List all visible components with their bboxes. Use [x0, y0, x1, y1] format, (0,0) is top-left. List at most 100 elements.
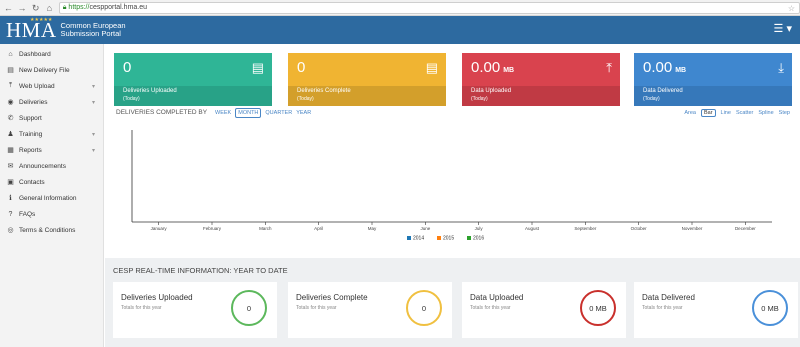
chart-type-bar[interactable]: Bar: [700, 109, 716, 117]
realtime-card-data-delivered: Data Delivered Totals for this year 0 MB: [634, 282, 798, 338]
sidebar-item-deliveries[interactable]: ◉ Deliveries ▾: [0, 94, 103, 110]
sidebar-item-training[interactable]: ♟ Training ▾: [0, 126, 103, 142]
sidebar-item-faqs[interactable]: ? FAQs: [0, 206, 103, 222]
progress-ring: 0: [406, 290, 442, 326]
legend-swatch: [437, 236, 441, 240]
tile-sublabel: (Today): [297, 96, 314, 102]
summary-tile-data-delivered[interactable]: 0.00 MB ⤓ Data Delivered (Today): [634, 53, 792, 106]
sidebar-item-label: New Delivery File: [19, 66, 70, 74]
sidebar-item-label: Terms & Conditions: [19, 226, 76, 234]
url-scheme: https://: [68, 4, 90, 11]
card-sublabel: Totals for this year: [642, 305, 683, 311]
sidebar-item-announcements[interactable]: ✉ Announcements: [0, 158, 103, 174]
summary-tile-deliveries-complete[interactable]: 0 ▤ Deliveries Complete (Today): [288, 53, 446, 106]
tile-label: Deliveries Uploaded: [123, 88, 177, 94]
sidebar-item-label: Reports: [19, 146, 42, 154]
legend-swatch: [467, 236, 471, 240]
chart-type-selector: Area Bar Line Scatter Spline Step: [679, 109, 790, 117]
eu-stars-icon: ★★★★★: [30, 17, 53, 23]
tile-sublabel: (Today): [643, 96, 660, 102]
chart-type-spline[interactable]: Spline: [758, 110, 773, 116]
lock-icon: 🔒︎: [62, 3, 67, 11]
sidebar-item-reports[interactable]: ▦ Reports ▾: [0, 142, 103, 158]
tile-unit: MB: [675, 67, 687, 74]
tile-footer: Deliveries Uploaded (Today): [114, 86, 272, 106]
support-icon: ✆: [7, 115, 14, 122]
file-icon: ▤: [7, 67, 14, 74]
period-tab-year[interactable]: YEAR: [296, 110, 311, 116]
sidebar-item-label: Contacts: [19, 178, 45, 186]
progress-ring: 0: [231, 290, 267, 326]
sidebar-item-new-delivery-file[interactable]: ▤ New Delivery File: [0, 62, 103, 78]
chevron-down-icon: ▾: [91, 99, 95, 106]
document-icon: ▤: [251, 60, 264, 75]
forward-icon[interactable]: →: [17, 2, 28, 14]
question-icon: ?: [8, 210, 13, 218]
reload-icon[interactable]: ↻: [30, 2, 41, 14]
realtime-title: CESP REAL-TIME INFORMATION: YEAR TO DATE: [113, 266, 288, 275]
card-label: Data Delivered: [642, 293, 695, 302]
x-tick-label: November: [682, 226, 703, 231]
summary-tile-deliveries-uploaded[interactable]: 0 ▤ Deliveries Uploaded (Today): [114, 53, 272, 106]
sidebar: ⌂ Dashboard ▤ New Delivery File ⤒ Web Upload ▾…: [0, 44, 104, 347]
sidebar-item-support[interactable]: ✆ Support: [0, 110, 103, 126]
tile-top: 0.00 MB ⤓: [634, 53, 792, 86]
sidebar-item-terms-conditions[interactable]: ◎ Terms & Conditions: [0, 222, 103, 238]
card-sublabel: Totals for this year: [121, 305, 162, 311]
upload-icon: ⤒: [8, 82, 13, 89]
tile-top: 0 ▤: [288, 53, 446, 86]
chart-type-step[interactable]: Step: [779, 110, 790, 116]
chart-type-line[interactable]: Line: [721, 110, 731, 116]
portal-logo[interactable]: HMA ★★★★★ Common European Submission Por…: [6, 17, 126, 42]
progress-ring: 0 MB: [752, 290, 788, 326]
eye-icon: ◎: [7, 227, 14, 234]
document-icon: ▤: [425, 60, 438, 75]
menu-icon[interactable]: ☰ ▾: [774, 23, 792, 35]
info-icon: ℹ: [9, 195, 12, 202]
tile-value: 0.00 MB: [643, 59, 687, 76]
realtime-card-deliveries-uploaded: Deliveries Uploaded Totals for this year 0: [113, 282, 277, 338]
period-tab-quarter[interactable]: QUARTER: [265, 110, 292, 116]
sidebar-item-web-upload[interactable]: ⤒ Web Upload ▾: [0, 78, 103, 94]
tile-label: Deliveries Complete: [297, 88, 351, 94]
chart-type-area[interactable]: Area: [684, 110, 696, 116]
chart-type-scatter[interactable]: Scatter: [736, 110, 753, 116]
progress-ring: 0 MB: [580, 290, 616, 326]
x-tick-label: January: [151, 226, 168, 231]
legend-swatch: [407, 236, 411, 240]
back-icon[interactable]: ←: [3, 2, 14, 14]
x-tick-label: February: [203, 226, 222, 231]
tile-label: Data Delivered: [643, 88, 683, 94]
reports-icon: ▦: [7, 147, 14, 154]
sidebar-item-label: Web Upload: [19, 82, 55, 90]
period-tab-month[interactable]: MONTH: [235, 108, 262, 118]
tile-top: 0.00 MB ⤒: [462, 53, 620, 86]
download-icon: ⤓: [778, 60, 784, 75]
period-tab-week[interactable]: WEEK: [215, 110, 231, 116]
card-sublabel: Totals for this year: [470, 305, 511, 311]
tile-footer: Data Uploaded (Today): [462, 86, 620, 106]
summary-tile-data-uploaded[interactable]: 0.00 MB ⤒ Data Uploaded (Today): [462, 53, 620, 106]
chevron-down-icon: ▾: [91, 147, 95, 154]
home-icon: ⌂: [8, 50, 13, 58]
sidebar-item-label: Dashboard: [19, 50, 51, 58]
sidebar-item-label: Announcements: [19, 162, 66, 170]
sidebar-item-dashboard[interactable]: ⌂ Dashboard: [0, 46, 103, 62]
x-tick-label: May: [368, 226, 377, 231]
deliveries-icon: ◉: [7, 99, 14, 106]
x-tick-label: August: [525, 226, 540, 231]
address-bar[interactable]: 🔒︎ https:// cespportal.hma.eu ☆: [58, 1, 800, 14]
x-tick-label: September: [574, 226, 597, 231]
sidebar-item-contacts[interactable]: ▣ Contacts: [0, 174, 103, 190]
x-tick-label: June: [420, 226, 430, 231]
tile-unit: MB: [503, 67, 515, 74]
url-host: cespportal.hma.eu: [89, 4, 148, 11]
x-tick-label: April: [314, 226, 323, 231]
realtime-card-deliveries-complete: Deliveries Complete Totals for this year 0: [288, 282, 452, 338]
home-icon[interactable]: ⌂: [44, 2, 55, 14]
sidebar-item-label: General Information: [19, 194, 77, 202]
sidebar-item-general-information[interactable]: ℹ General Information: [0, 190, 103, 206]
tile-sublabel: (Today): [471, 96, 488, 102]
bookmark-star-icon[interactable]: ☆: [788, 3, 795, 14]
x-tick-label: March: [259, 226, 272, 231]
